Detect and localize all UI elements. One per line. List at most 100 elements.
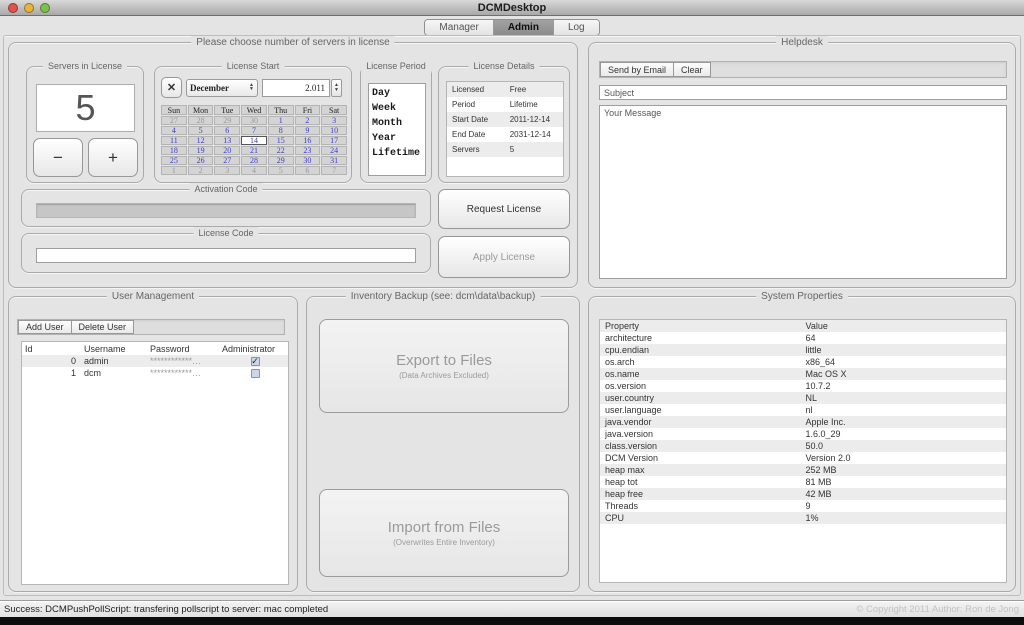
calendar-day[interactable]: 2 [295,116,321,125]
calendar-day[interactable]: 30 [241,116,267,125]
month-select[interactable]: December ▲▼ [186,79,258,97]
license-panel: Please choose number of servers in licen… [8,42,578,288]
calendar-day[interactable]: 6 [295,166,321,175]
calendar-day[interactable]: 1 [268,116,294,125]
calendar-day[interactable]: 29 [268,156,294,165]
calendar-day[interactable]: 3 [214,166,240,175]
calendar-day[interactable]: 17 [321,136,347,145]
calendar-day[interactable]: 16 [295,136,321,145]
calendar-day[interactable]: 29 [214,116,240,125]
calendar-day[interactable]: 4 [241,166,267,175]
calendar-day[interactable]: 23 [295,146,321,155]
calendar-day[interactable]: 5 [268,166,294,175]
calendar-day[interactable]: 28 [188,116,214,125]
tab-log[interactable]: Log [554,20,599,35]
calendar-day[interactable]: 11 [161,136,187,145]
license-period-item[interactable]: Month [372,116,422,131]
calendar-day[interactable]: 2 [188,166,214,175]
tab-manager[interactable]: Manager [425,20,493,35]
add-user-button[interactable]: Add User [18,320,72,334]
calendar-day[interactable]: 31 [321,156,347,165]
close-window-icon[interactable] [8,3,18,13]
user-row[interactable]: 0admin************…✓ [22,355,288,367]
increase-servers-button[interactable]: + [88,138,138,177]
calendar-day[interactable]: 20 [214,146,240,155]
request-license-button[interactable]: Request License [438,189,570,229]
calendar-day[interactable]: 21 [241,146,267,155]
calendar-day[interactable]: 9 [295,126,321,135]
export-to-files-button[interactable]: Export to Files (Data Archives Excluded) [319,319,569,413]
calendar-day[interactable]: 7 [241,126,267,135]
calendar-day[interactable]: 22 [268,146,294,155]
copyright-text: © Copyright 2011 Author: Ron de Jong [856,604,1019,615]
calendar-day[interactable]: 15 [268,136,294,145]
calendar-day[interactable]: 13 [214,136,240,145]
calendar-day[interactable]: 28 [241,156,267,165]
system-property-key: DCM Version [605,453,806,463]
calendar-day[interactable]: 30 [295,156,321,165]
year-spinner-icon[interactable]: ▲▼ [331,79,342,97]
decrease-servers-button[interactable]: − [33,138,83,177]
tab-admin[interactable]: Admin [494,20,554,35]
calendar-day[interactable]: 25 [161,156,187,165]
license-period-item[interactable]: Lifetime [372,146,422,161]
administrator-checkbox-checked[interactable]: ✓ [251,357,260,366]
license-period-item[interactable]: Year [372,131,422,146]
calendar-day-selected[interactable]: 14 [241,136,267,145]
license-period-item[interactable]: Week [372,101,422,116]
calendar-day[interactable]: 5 [188,126,214,135]
license-details-row: Start Date2011-12-14 [447,112,563,127]
calendar-day[interactable]: 7 [321,166,347,175]
system-property-key: class.version [605,441,806,451]
license-details-title: License Details [468,60,539,73]
apply-license-button[interactable]: Apply License [438,236,570,278]
administrator-checkbox-unchecked[interactable] [251,369,260,378]
system-property-value: Version 2.0 [806,453,1007,463]
system-property-value: 64 [806,333,1007,343]
calendar-day[interactable]: 26 [188,156,214,165]
clear-button[interactable]: Clear [673,62,711,77]
calendar-day[interactable]: 3 [321,116,347,125]
license-period-list: DayWeekMonthYearLifetime [368,83,426,176]
calendar-day[interactable]: 24 [321,146,347,155]
system-property-key: user.country [605,393,806,403]
calendar-day[interactable]: 18 [161,146,187,155]
calendar-day[interactable]: 12 [188,136,214,145]
system-property-value: 42 MB [806,489,1007,499]
delete-user-button[interactable]: Delete User [71,320,135,334]
system-property-key: heap tot [605,477,806,487]
import-from-files-button[interactable]: Import from Files (Overwrites Entire Inv… [319,489,569,577]
activation-code-field[interactable] [36,203,416,218]
system-property-value: 10.7.2 [806,381,1007,391]
calendar-day[interactable]: 6 [214,126,240,135]
user-row[interactable]: 1dcm************… [22,367,288,379]
calendar-day[interactable]: 8 [268,126,294,135]
system-properties-title: System Properties [756,290,848,303]
year-field[interactable]: 2.011 [262,79,330,97]
calendar-day[interactable]: 19 [188,146,214,155]
calendar-day[interactable]: 27 [161,116,187,125]
license-period-item[interactable]: Day [372,86,422,101]
license-period-group: License Period DayWeekMonthYearLifetime [360,66,432,183]
calendar-week-row: 1234567 [161,166,347,175]
subject-input[interactable]: Subject [599,85,1007,100]
zoom-window-icon[interactable] [40,3,50,13]
send-by-email-button[interactable]: Send by Email [600,62,674,77]
calendar-day[interactable]: 10 [321,126,347,135]
calendar-day[interactable]: 27 [214,156,240,165]
calendar-day[interactable]: 4 [161,126,187,135]
license-period-title: License Period [361,60,431,73]
minimize-window-icon[interactable] [24,3,34,13]
calendar-clear-icon[interactable]: ✕ [161,77,182,98]
servers-group-title: Servers in License [43,60,127,73]
system-property-row: class.version50.0 [600,440,1006,452]
month-select-value: December [190,83,229,93]
calendar-day[interactable]: 1 [161,166,187,175]
license-code-field[interactable] [36,248,416,263]
month-spinner-icon[interactable]: ▲▼ [249,84,254,92]
license-start-group: License Start ✕ December ▲▼ 2.011 ▲▼ Sun… [154,66,352,183]
user-username-cell: admin [84,356,150,366]
user-management-title: User Management [107,290,199,303]
system-property-value: nl [806,405,1007,415]
message-textarea[interactable]: Your Message [599,105,1007,279]
